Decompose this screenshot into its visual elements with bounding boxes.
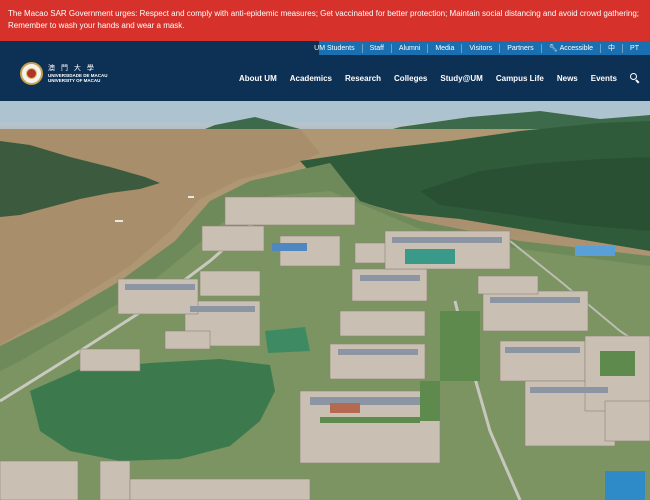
main-navigation: 澳 門 大 學 UNIVERSIDADE DE MACAU UNIVERSITY…: [0, 55, 650, 101]
wrench-icon: 🔧︎: [548, 44, 558, 52]
utility-link-alumni[interactable]: Alumni: [390, 43, 427, 53]
language-portuguese-link[interactable]: PT: [622, 43, 646, 53]
search-icon[interactable]: [630, 73, 640, 84]
utility-bar-row: UM Students Staff Alumni Media Visitors …: [0, 41, 650, 55]
logo-english-name: UNIVERSITY OF MACAU: [48, 77, 101, 83]
utility-link-um-students[interactable]: UM Students: [307, 44, 361, 53]
nav-research[interactable]: Research: [345, 74, 381, 83]
alert-text: The Macao SAR Government urges: Respect …: [8, 9, 639, 30]
university-seal-icon: [20, 62, 43, 85]
utility-link-visitors[interactable]: Visitors: [461, 43, 499, 53]
nav-colleges[interactable]: Colleges: [394, 74, 427, 83]
nav-campus-life[interactable]: Campus Life: [496, 74, 544, 83]
accessible-label: Accessible: [559, 44, 594, 52]
language-chinese-link[interactable]: 中: [600, 43, 622, 53]
utility-link-partners[interactable]: Partners: [499, 43, 540, 53]
nav-about-um[interactable]: About UM: [239, 74, 277, 83]
primary-menu: About UM Academics Research Colleges Stu…: [226, 55, 640, 101]
utility-links: UM Students Staff Alumni Media Visitors …: [314, 41, 650, 55]
nav-news[interactable]: News: [557, 74, 578, 83]
utility-link-staff[interactable]: Staff: [361, 43, 391, 53]
utility-link-media[interactable]: Media: [427, 43, 461, 53]
logo-wordmark: 澳 門 大 學 UNIVERSIDADE DE MACAU UNIVERSITY…: [48, 65, 108, 83]
epidemic-alert-banner: The Macao SAR Government urges: Respect …: [0, 0, 650, 41]
campus-hero-image: [0, 101, 650, 500]
campus-aerial-illustration: [0, 101, 650, 500]
accessible-link[interactable]: 🔧︎ Accessible: [540, 43, 600, 53]
logo-chinese-name: 澳 門 大 學: [48, 64, 96, 72]
nav-academics[interactable]: Academics: [290, 74, 332, 83]
nav-events[interactable]: Events: [591, 74, 617, 83]
university-logo[interactable]: 澳 門 大 學 UNIVERSIDADE DE MACAU UNIVERSITY…: [20, 62, 108, 85]
nav-study-at-um[interactable]: Study@UM: [440, 74, 482, 83]
logo-portuguese-name: UNIVERSIDADE DE MACAU: [48, 72, 108, 78]
